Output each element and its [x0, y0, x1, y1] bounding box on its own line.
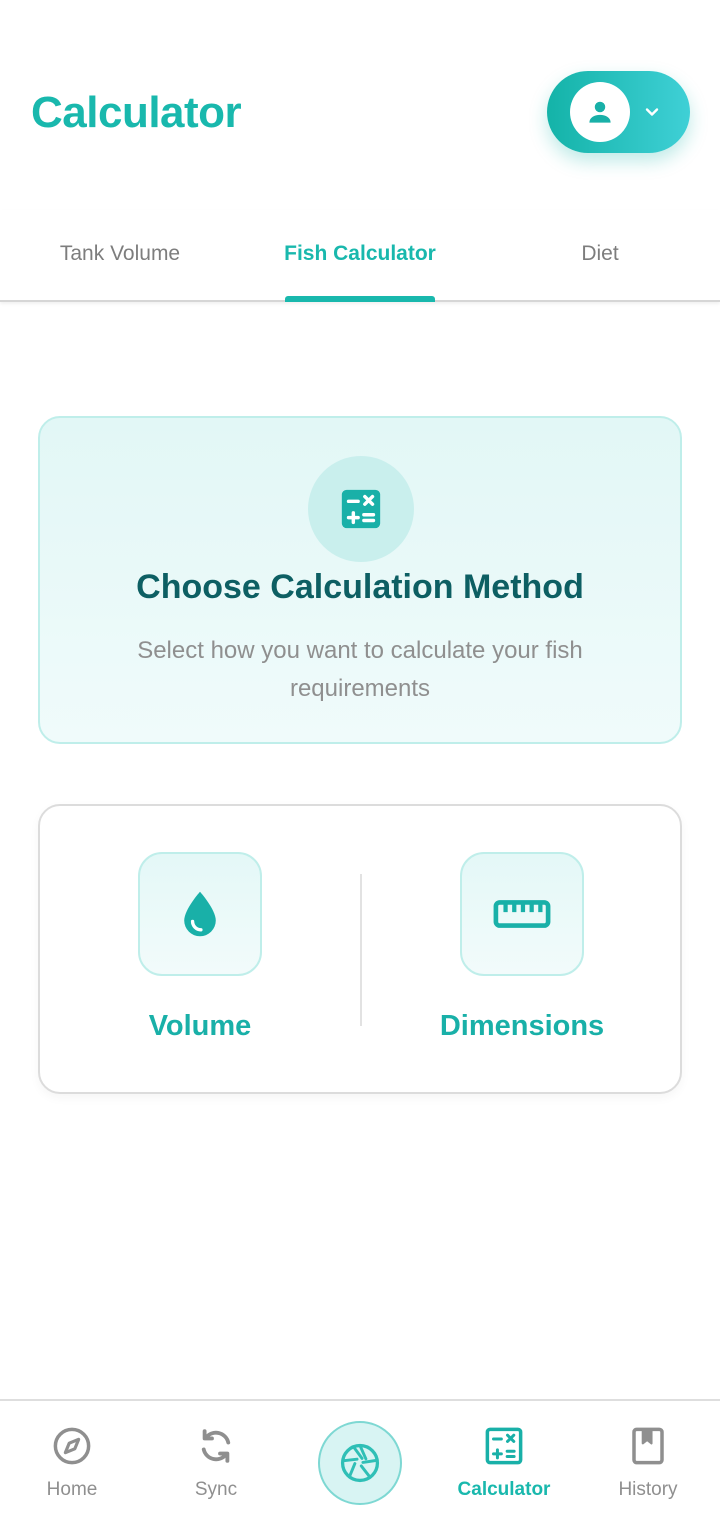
active-tab-indicator [285, 296, 435, 302]
info-icon-badge [308, 456, 414, 562]
bottom-navigation: Home Sync Calculator History [0, 1399, 720, 1521]
method-selection-card: Volume Dimensions [38, 804, 682, 1094]
nav-item-home[interactable]: Home [0, 1401, 144, 1521]
nav-label-home: Home [46, 1479, 98, 1500]
bookmark-book-icon [632, 1427, 664, 1465]
volume-icon-box [138, 852, 262, 976]
profile-menu-button[interactable] [547, 71, 690, 153]
nav-label-sync: Sync [194, 1479, 238, 1500]
calculator-tabs: Tank Volume Fish Calculator Diet [0, 210, 720, 302]
tab-tank-volume[interactable]: Tank Volume [0, 210, 240, 298]
volume-method-option[interactable]: Volume [40, 806, 360, 1092]
chevron-down-icon[interactable] [642, 102, 662, 122]
calculator-screen: Calculator Tank Volume Fish Calculator D… [0, 0, 720, 1521]
tab-fish-calculator[interactable]: Fish Calculator [240, 210, 480, 298]
person-icon [589, 101, 611, 123]
page-title: Calculator [31, 88, 242, 137]
dimensions-method-option[interactable]: Dimensions [362, 806, 682, 1092]
sync-icon [201, 1429, 231, 1463]
ruler-icon [493, 900, 551, 928]
camera-scan-button[interactable] [318, 1421, 402, 1505]
info-card-title: Choose Calculation Method [136, 568, 584, 606]
nav-label-history: History [618, 1479, 678, 1500]
tab-diet[interactable]: Diet [480, 210, 720, 298]
dimensions-icon-box [460, 852, 584, 976]
camera-aperture-icon [340, 1443, 380, 1483]
nav-item-history[interactable]: History [576, 1401, 720, 1521]
nav-label-calculator: Calculator [457, 1479, 551, 1500]
calculator-icon [485, 1427, 523, 1465]
avatar[interactable] [570, 82, 630, 142]
nav-item-calculator[interactable]: Calculator [432, 1401, 576, 1521]
info-card-subtitle: Select how you want to calculate your fi… [137, 637, 583, 702]
compass-icon [53, 1427, 91, 1465]
dimensions-method-label: Dimensions [439, 1010, 605, 1042]
nav-item-sync[interactable]: Sync [144, 1401, 288, 1521]
water-drop-icon [184, 891, 216, 937]
calculator-icon [341, 489, 381, 529]
calculation-method-info-card: Choose Calculation Method Select how you… [38, 416, 682, 744]
volume-method-label: Volume [148, 1010, 252, 1042]
